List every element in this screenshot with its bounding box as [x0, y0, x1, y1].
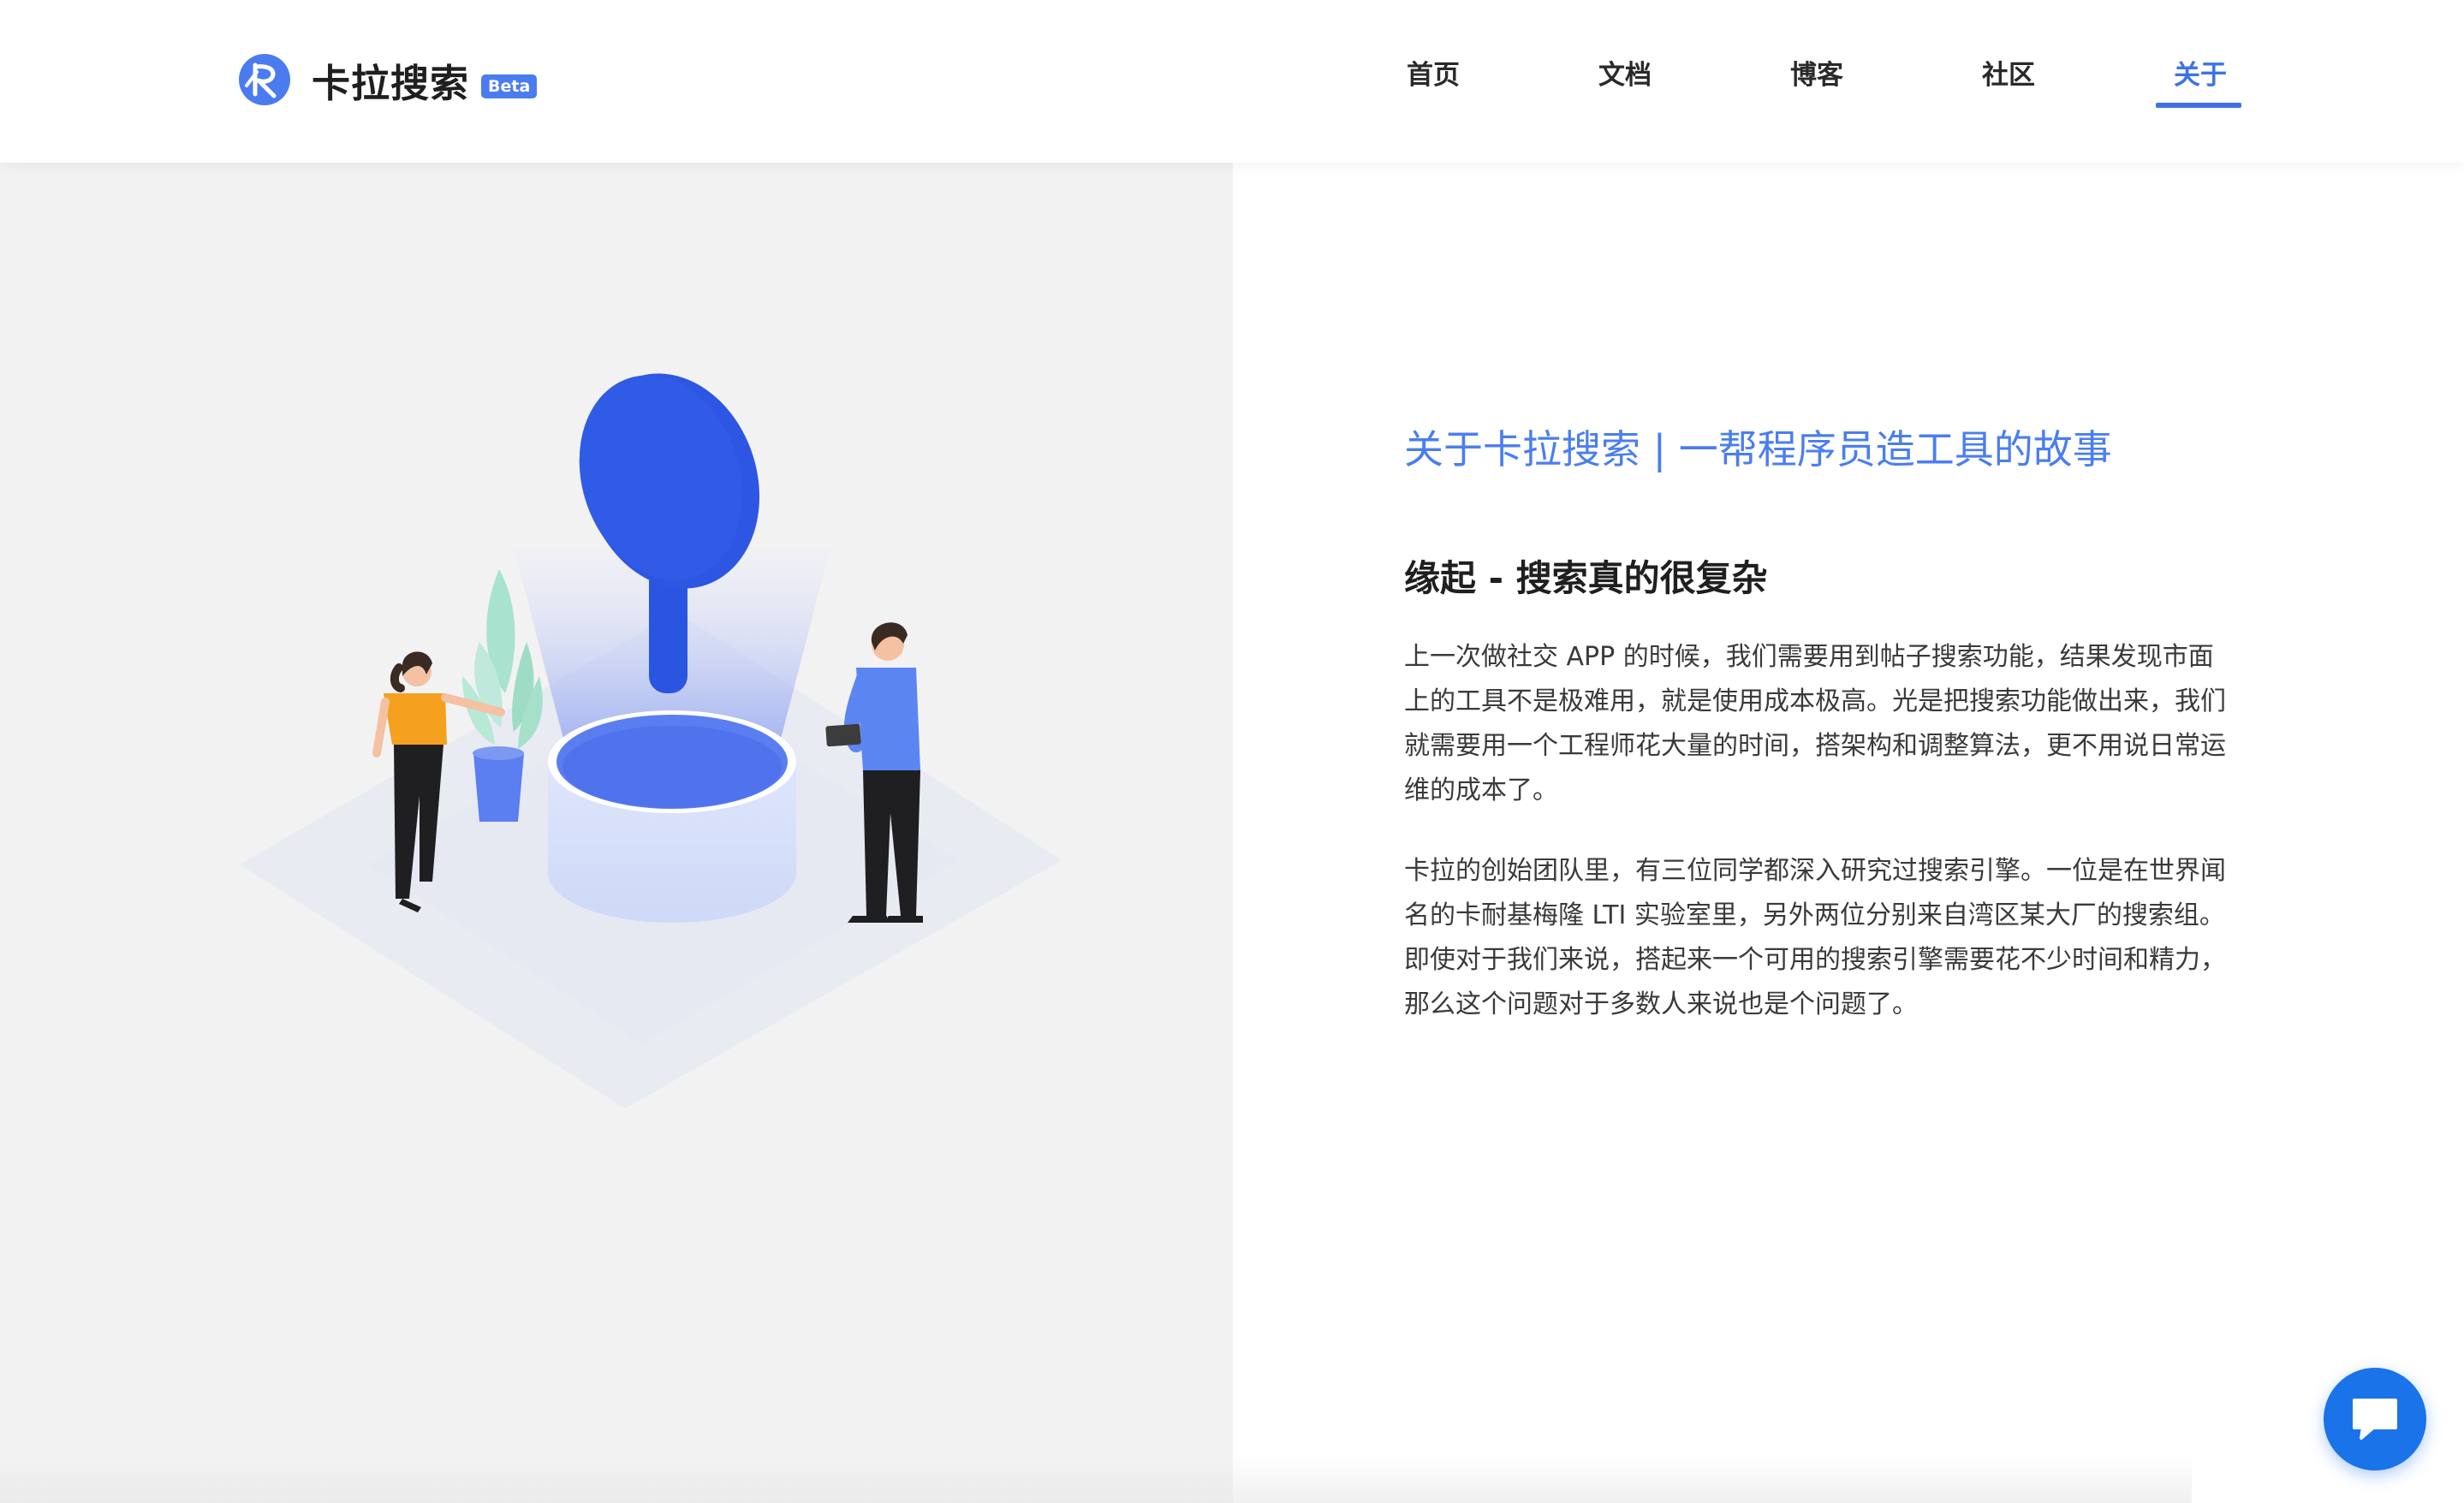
nav-item-home[interactable]: 首页	[1403, 53, 1463, 104]
top-navbar: 卡拉搜索 Beta 首页 文档 博客 社区 关于	[0, 0, 2464, 163]
nav-active-underline	[2156, 103, 2241, 108]
nav-item-docs[interactable]: 文档	[1595, 53, 1655, 104]
page: 卡拉搜索 Beta 首页 文档 博客 社区 关于 关于卡拉搜索 | 一帮程序员造…	[0, 0, 2464, 1503]
chat-bubble-icon	[2353, 1399, 2397, 1440]
brand-link[interactable]: 卡拉搜索 Beta	[238, 50, 538, 110]
nav-item-about[interactable]: 关于	[2170, 53, 2230, 104]
illustration-panel	[0, 163, 1233, 1503]
brand-name: 卡拉搜索	[312, 60, 470, 106]
about-title: 关于卡拉搜索 | 一帮程序员造工具的故事	[1404, 426, 2112, 472]
beta-badge: Beta	[481, 74, 538, 98]
paragraph-team: 卡拉的创始团队里，有三位同学都深入研究过搜索引擎。一位是在世界闻名的卡耐基梅隆 …	[1404, 856, 2226, 1019]
kala-logo-icon	[239, 54, 290, 105]
about-content: 关于卡拉搜索 | 一帮程序员造工具的故事 缘起 - 搜索真的很复杂 上一次做社交…	[1404, 419, 2226, 1027]
section-title: 缘起 - 搜索真的很复杂	[1404, 557, 1768, 599]
paragraph-origin: 上一次做社交 APP 的时候，我们需要用到帖子搜索功能，结果发现市面上的工具不是…	[1404, 642, 2226, 805]
search-team-illustration	[240, 373, 1062, 1108]
nav-item-community[interactable]: 社区	[1979, 53, 2038, 104]
chat-button[interactable]	[2324, 1368, 2426, 1470]
nav-item-blog[interactable]: 博客	[1787, 53, 1847, 104]
